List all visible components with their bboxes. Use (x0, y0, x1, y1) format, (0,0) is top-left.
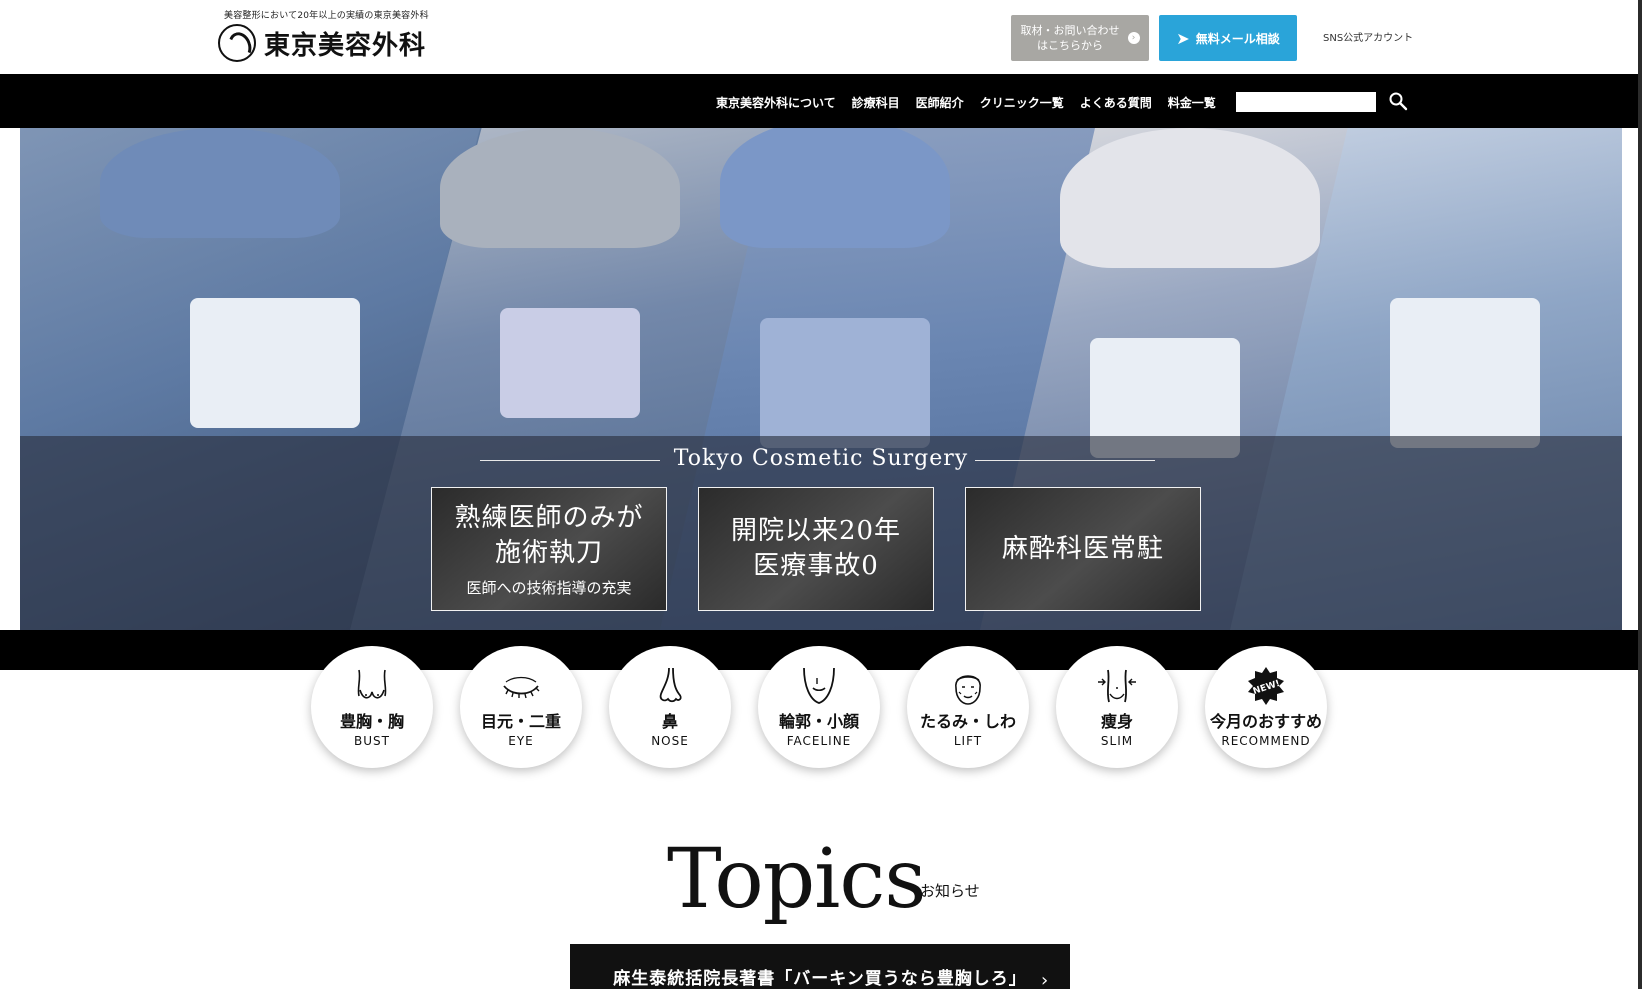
category-slim[interactable]: 痩身 SLIM (1056, 646, 1178, 768)
category-label-jp: 目元・二重 (480, 712, 561, 731)
nav-item-faq[interactable]: よくある質問 (1080, 94, 1152, 111)
category-label-en: RECOMMEND (1221, 734, 1311, 748)
arrow-right-icon: › (1127, 32, 1140, 44)
lift-icon (955, 675, 981, 705)
category-label-en: NOSE (651, 734, 689, 748)
free-mail-consultation-button[interactable]: ➤ 無料メール相談 (1159, 15, 1297, 61)
feature-box-anesthesiologist: 麻酔科医常駐 (965, 487, 1201, 611)
category-label-jp: たるみ・しわ (919, 712, 1016, 731)
nav-item-about[interactable]: 東京美容外科について (716, 94, 836, 111)
topics-subheading: お知らせ (920, 882, 980, 900)
logo-mark-icon (218, 24, 256, 62)
send-icon: ➤ (1176, 28, 1190, 48)
surgical-mask (500, 308, 640, 418)
surgical-cap (720, 128, 950, 248)
category-label-jp: 輪郭・小顔 (778, 712, 859, 731)
category-recommend[interactable]: NEW! 今月のおすすめ RECOMMEND (1205, 646, 1327, 768)
category-eye[interactable]: 目元・二重 EYE (460, 646, 582, 768)
search-input[interactable] (1236, 92, 1376, 112)
nav-item-clinics[interactable]: クリニック一覧 (980, 94, 1064, 111)
surgical-mask (1390, 298, 1540, 448)
header-tagline: 美容整形において20年以上の実績の東京美容外科 (224, 11, 429, 21)
category-bust[interactable]: 豊胸・胸 BUST (311, 646, 433, 768)
category-lift[interactable]: たるみ・しわ LIFT (907, 646, 1029, 768)
bust-icon (357, 669, 387, 699)
category-label-jp: 鼻 (661, 712, 678, 731)
nose-icon (659, 667, 682, 703)
nav-items: 東京美容外科について 診療科目 医師紹介 クリニック一覧 よくある質問 料金一覧 (716, 94, 1216, 111)
category-label-en: EYE (508, 734, 534, 748)
category-label-jp: 豊胸・胸 (339, 712, 404, 731)
sns-accounts-link[interactable]: SNS公式アカウント (1323, 29, 1413, 44)
contact-button-line1: 取材・お問い合わせ (1020, 24, 1120, 37)
category-nose[interactable]: 鼻 NOSE (609, 646, 731, 768)
category-label-jp: 痩身 (1100, 712, 1133, 731)
category-label-jp: 今月のおすすめ (1209, 712, 1322, 731)
topic-headline-banner[interactable]: 麻生泰統括院長著書「バーキン買うなら豊胸しろ」 (570, 944, 1070, 989)
site-logo[interactable]: 東京美容外科 (218, 24, 426, 62)
faceline-icon (803, 667, 835, 704)
category-label-en: SLIM (1100, 734, 1134, 748)
hero-banner: Tokyo Cosmetic Surgery 熟練医師のみが 施術執刀 医師への… (20, 128, 1622, 630)
feature-main-text: 熟練医師のみが 施術執刀 (454, 502, 644, 568)
contact-button-line2: はこちらから (1037, 39, 1103, 52)
surgical-cap (1060, 128, 1320, 268)
feature-box-no-accidents: 開院以来20年 医療事故0 (698, 487, 934, 611)
category-label-en: BUST (354, 734, 390, 748)
surgical-mask (190, 298, 360, 428)
category-label-en: LIFT (953, 734, 983, 748)
search-icon[interactable] (1388, 91, 1408, 111)
eye-icon (503, 676, 540, 699)
site-header: 美容整形において20年以上の実績の東京美容外科 東京美容外科 取材・お問い合わせ… (0, 0, 1642, 74)
scrollbar-edge (1638, 0, 1642, 989)
chevron-right-icon: › (1041, 970, 1049, 989)
logo-text: 東京美容外科 (264, 30, 427, 61)
category-faceline[interactable]: 輪郭・小顔 FACELINE (758, 646, 880, 768)
nav-item-doctors[interactable]: 医師紹介 (916, 94, 964, 111)
surgical-cap (440, 128, 680, 248)
category-label-en: FACELINE (786, 734, 852, 748)
mail-button-label: 無料メール相談 (1195, 31, 1280, 46)
slim-icon (1098, 669, 1136, 703)
nav-item-prices[interactable]: 料金一覧 (1168, 94, 1216, 111)
feature-main-text: 麻酔科医常駐 (1001, 533, 1164, 564)
category-menu: 豊胸・胸 BUST 目元・二重 EYE 鼻 NOSE 輪郭・小顔 FACELIN… (311, 646, 1327, 768)
surgical-mask (760, 318, 930, 448)
feature-main-text: 開院以来20年 医療事故0 (730, 516, 902, 581)
contact-inquiry-button[interactable]: 取材・お問い合わせ はこちらから › (1011, 15, 1149, 61)
feature-box-skilled-doctors: 熟練医師のみが 施術執刀 医師への技術指導の充実 (431, 487, 667, 611)
new-badge-icon: NEW! (1248, 667, 1284, 705)
nav-item-departments[interactable]: 診療科目 (852, 94, 900, 111)
feature-sub-text: 医師への技術指導の充実 (466, 578, 632, 597)
surgical-cap (100, 128, 340, 238)
hero-title: Tokyo Cosmetic Surgery (673, 446, 969, 471)
page: 美容整形において20年以上の実績の東京美容外科 東京美容外科 取材・お問い合わせ… (0, 0, 1642, 989)
topics-heading: Topics (667, 832, 926, 927)
